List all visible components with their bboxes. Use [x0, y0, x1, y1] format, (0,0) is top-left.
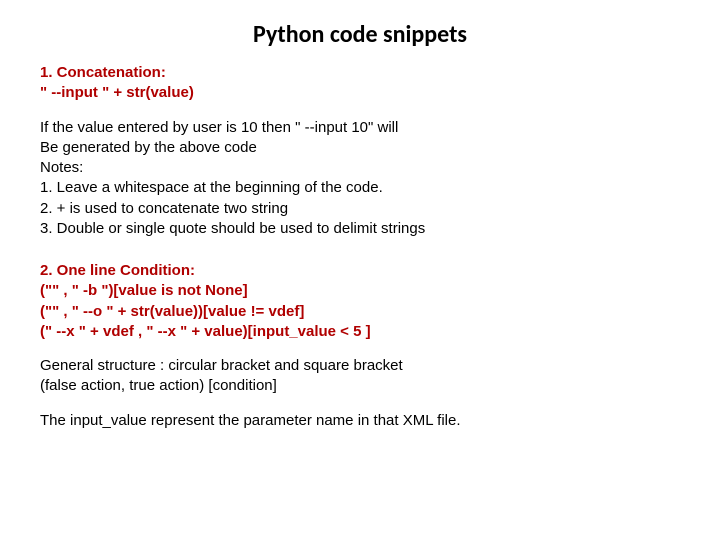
- body-line: 2. + is used to concatenate two string: [40, 199, 680, 219]
- body-line: If the value entered by user is 10 then …: [40, 118, 680, 138]
- body-line: 1. Leave a whitespace at the beginning o…: [40, 178, 680, 198]
- section-2-heading: 2. One line Condition: ("" , " -b ")[val…: [40, 261, 680, 342]
- section-1-heading: 1. Concatenation: " --input " + str(valu…: [40, 63, 680, 104]
- heading-line: 2. One line Condition:: [40, 261, 680, 281]
- body-line: Be generated by the above code: [40, 138, 680, 158]
- body-line: The input_value represent the parameter …: [40, 411, 680, 431]
- section-2-body-a: General structure : circular bracket and…: [40, 356, 680, 397]
- heading-line: 1. Concatenation:: [40, 63, 680, 83]
- heading-line: ("" , " -b ")[value is not None]: [40, 281, 680, 301]
- heading-line: ("" , " --o " + str(value))[value != vde…: [40, 302, 680, 322]
- body-line: (false action, true action) [condition]: [40, 376, 680, 396]
- heading-line: " --input " + str(value): [40, 83, 680, 103]
- body-line: Notes:: [40, 158, 680, 178]
- body-line: General structure : circular bracket and…: [40, 356, 680, 376]
- body-line: 3. Double or single quote should be used…: [40, 219, 680, 239]
- heading-line: (" --x " + vdef , " --x " + value)[input…: [40, 322, 680, 342]
- section-1-body: If the value entered by user is 10 then …: [40, 118, 680, 240]
- section-2-body-b: The input_value represent the parameter …: [40, 411, 680, 431]
- page-title: Python code snippets: [40, 20, 680, 49]
